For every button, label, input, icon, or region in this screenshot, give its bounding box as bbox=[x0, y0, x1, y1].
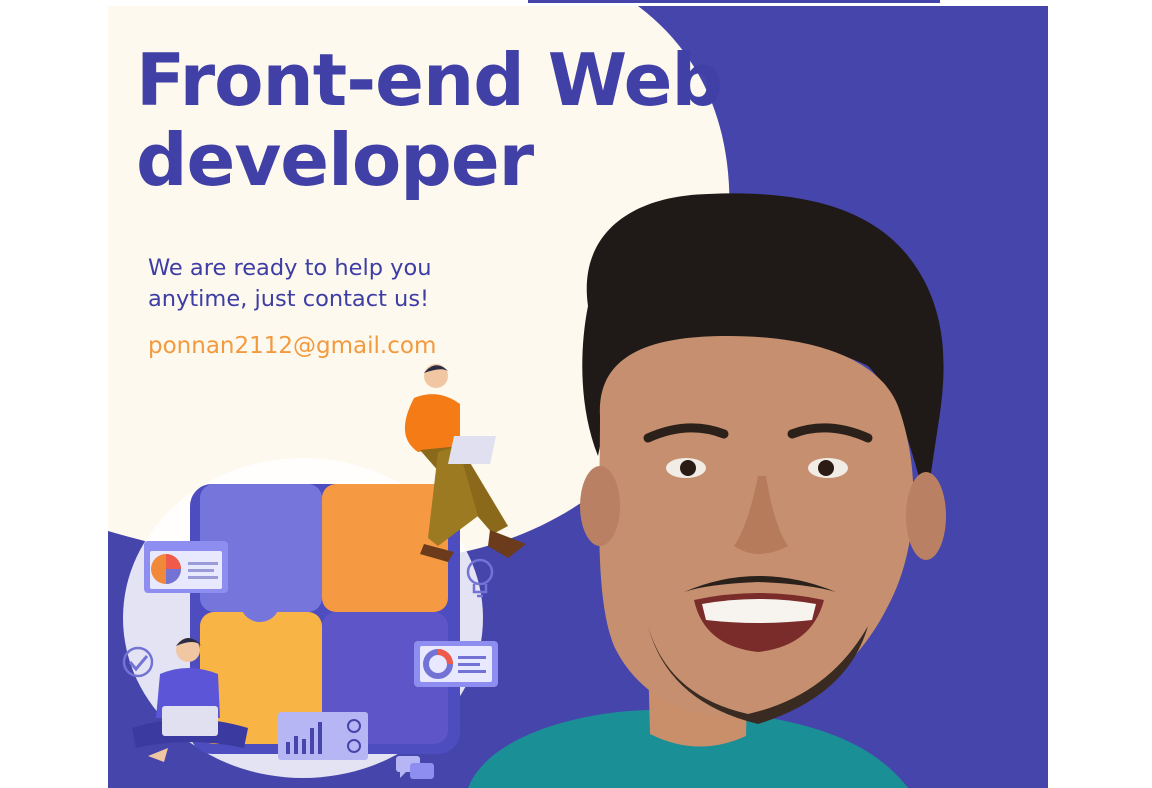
profile-banner: Front-end Web developer We are ready to … bbox=[108, 6, 1048, 788]
tagline: We are ready to help you anytime, just c… bbox=[148, 253, 431, 315]
top-accent-bar bbox=[528, 0, 940, 3]
chat-bubbles-icon bbox=[396, 756, 434, 779]
headline-line-1: Front-end Web bbox=[136, 38, 723, 122]
pie-chart-card-icon bbox=[144, 541, 228, 593]
email-link[interactable]: ponnan2112@gmail.com bbox=[148, 331, 436, 361]
bar-chart-card-icon bbox=[278, 712, 368, 760]
tagline-line-1: We are ready to help you bbox=[148, 255, 432, 281]
donut-chart-card-icon bbox=[414, 641, 498, 687]
headline-line-2: developer bbox=[136, 118, 534, 202]
headline: Front-end Web developer bbox=[136, 38, 723, 202]
tagline-line-2: anytime, just contact us! bbox=[148, 286, 430, 312]
